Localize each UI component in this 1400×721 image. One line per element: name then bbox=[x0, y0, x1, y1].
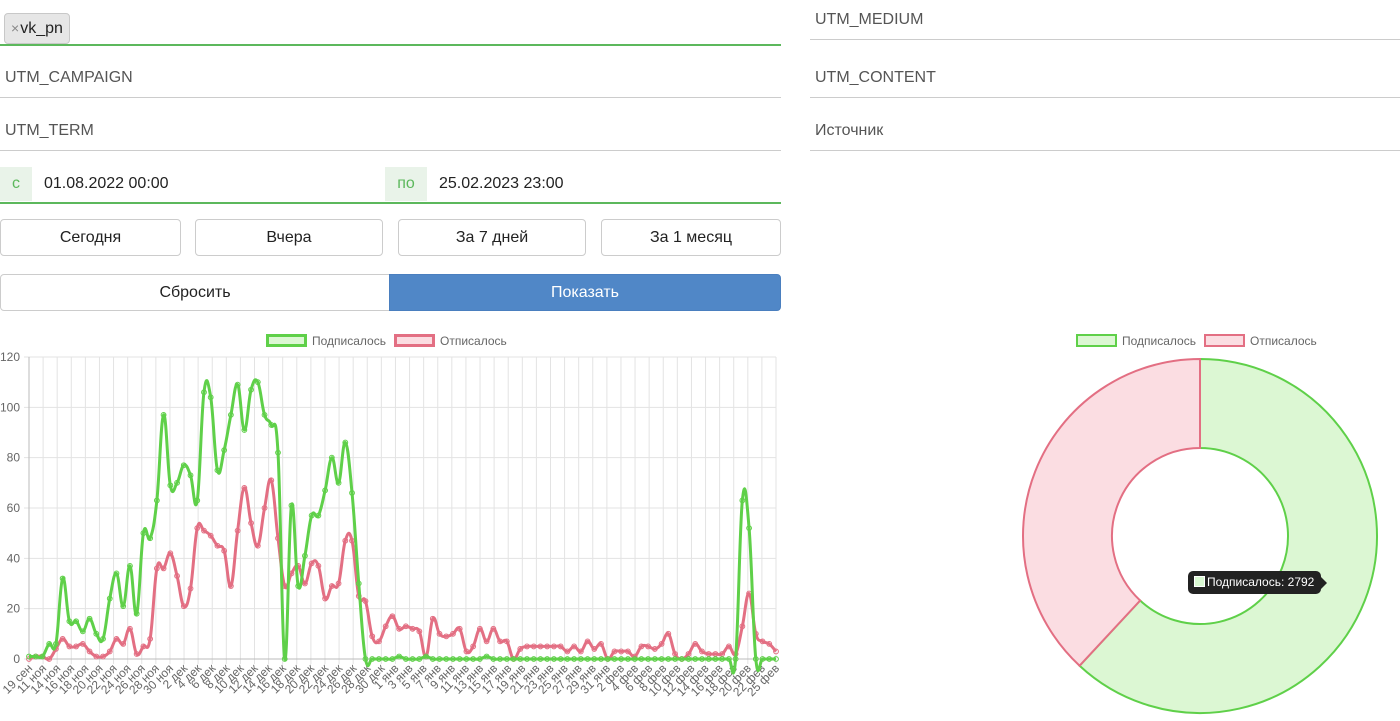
line-chart-series bbox=[26, 378, 779, 675]
utm-content-placeholder: UTM_CONTENT bbox=[815, 68, 936, 86]
reset-button[interactable]: Сбросить bbox=[0, 274, 390, 311]
utm-medium-placeholder: UTM_MEDIUM bbox=[815, 10, 924, 28]
date-to-prefix: по bbox=[385, 167, 427, 201]
source-tag-label: vk_pn bbox=[20, 20, 63, 37]
utm-campaign-field[interactable]: UTM_CAMPAIGN bbox=[0, 58, 781, 98]
y-tick-label: 20 bbox=[7, 602, 21, 616]
date-from-prefix: с bbox=[0, 167, 32, 201]
doughnut-slices bbox=[1022, 357, 1378, 714]
date-to-input[interactable]: 25.02.2023 23:00 bbox=[439, 175, 564, 193]
doughnut-tooltip: Подписалось: 2792 bbox=[1188, 571, 1328, 594]
y-tick-label: 0 bbox=[13, 652, 20, 666]
legend-subscribed-swatch bbox=[266, 334, 307, 347]
show-button[interactable]: Показать bbox=[389, 274, 781, 311]
y-tick-label: 120 bbox=[0, 350, 20, 364]
y-tick-label: 40 bbox=[7, 551, 21, 565]
legend-subscribed-label: Подписалось bbox=[312, 334, 386, 348]
doughnut-chart bbox=[1022, 357, 1378, 714]
doughnut-legend-unsubscribed-swatch bbox=[1204, 334, 1245, 347]
line-chart-x-ticks: 19 сен11 ноя14 ноя16 ноя18 ноя20 ноя22 н… bbox=[0, 661, 782, 699]
utm-medium-field[interactable]: UTM_MEDIUM bbox=[810, 0, 1400, 40]
source-tag: ×vk_pn bbox=[4, 13, 70, 44]
legend-unsubscribed-swatch bbox=[394, 334, 435, 347]
doughnut-legend-unsubscribed-label: Отписалось bbox=[1250, 334, 1317, 348]
remove-tag-icon[interactable]: × bbox=[11, 20, 19, 36]
utm-campaign-placeholder: UTM_CAMPAIGN bbox=[5, 68, 133, 86]
utm-term-field[interactable]: UTM_TERM bbox=[0, 111, 781, 151]
tooltip-swatch bbox=[1194, 576, 1205, 587]
legend-unsubscribed-label: Отписалось bbox=[440, 334, 507, 348]
doughnut-legend-subscribed-swatch bbox=[1076, 334, 1117, 347]
source-field[interactable]: Источник bbox=[810, 111, 1400, 151]
last-7-days-button[interactable]: За 7 дней bbox=[398, 219, 586, 256]
doughnut-legend: Подписалось Отписалось bbox=[0, 0, 1317, 348]
y-tick-label: 100 bbox=[0, 400, 20, 414]
source-placeholder: Источник bbox=[815, 121, 884, 139]
tooltip-text: Подписалось: 2792 bbox=[1207, 575, 1315, 589]
utm-content-field[interactable]: UTM_CONTENT bbox=[810, 58, 1400, 98]
line-chart: 0 20 40 60 80 100 120 19 сен11 ноя14 ноя16 ноя… bbox=[0, 350, 782, 699]
y-tick-label: 60 bbox=[7, 501, 21, 515]
source-tag-field[interactable]: ×vk_pn bbox=[0, 6, 781, 46]
today-button[interactable]: Сегодня bbox=[0, 219, 181, 256]
last-month-button[interactable]: За 1 месяц bbox=[601, 219, 781, 256]
line-chart-grid bbox=[24, 356, 777, 664]
y-tick-label: 80 bbox=[7, 451, 21, 465]
date-from-input[interactable]: 01.08.2022 00:00 bbox=[44, 175, 169, 193]
yesterday-button[interactable]: Вчера bbox=[195, 219, 383, 256]
date-range: с 01.08.2022 00:00 по 25.02.2023 23:00 bbox=[0, 167, 781, 204]
doughnut-legend-subscribed-label: Подписалось bbox=[1122, 334, 1196, 348]
line-chart-y-ticks: 0 20 40 60 80 100 120 bbox=[0, 350, 20, 666]
utm-term-placeholder: UTM_TERM bbox=[5, 121, 94, 139]
